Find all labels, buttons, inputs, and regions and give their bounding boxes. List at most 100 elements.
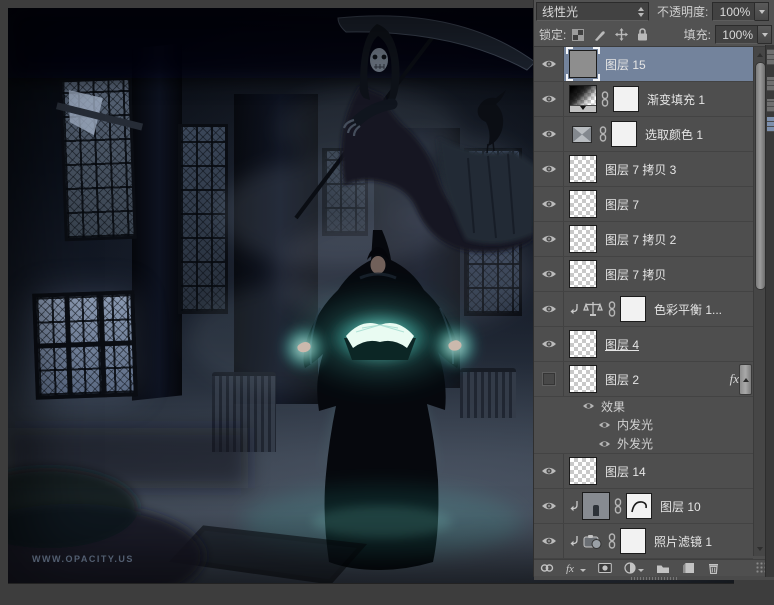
layer-row[interactable]: 图层 10 (534, 489, 753, 524)
layer-visibility-toggle[interactable] (534, 362, 564, 396)
layer-thumbnail[interactable] (569, 365, 597, 393)
layer-row[interactable]: 选取颜色 1 (534, 117, 753, 152)
lock-pixels-brush-icon[interactable] (593, 29, 606, 41)
layer-thumbnail[interactable] (569, 190, 597, 218)
color-balance-icon[interactable] (582, 296, 604, 322)
layer-name[interactable]: 图层 14 (605, 463, 646, 480)
layer-visibility-toggle[interactable] (534, 327, 564, 361)
lock-transparency-icon[interactable] (572, 29, 584, 41)
delete-layer-button[interactable] (707, 562, 720, 574)
layer-visibility-toggle[interactable] (534, 187, 564, 221)
eye-icon (541, 339, 557, 349)
eye-icon (541, 304, 557, 314)
panel-drag-handle[interactable] (534, 576, 774, 580)
layers-panel: 线性光 不透明度: 100% 锁定: 填充: (533, 0, 774, 577)
layer-visibility-toggle[interactable] (534, 222, 564, 256)
layer-name[interactable]: 选取颜色 1 (645, 126, 703, 143)
new-layer-button[interactable] (682, 562, 695, 574)
scroll-up-button[interactable] (754, 49, 765, 60)
layer-name[interactable]: 图层 10 (660, 498, 701, 515)
layer-row[interactable]: 图层 4 (534, 327, 753, 362)
layer-visibility-toggle[interactable] (534, 257, 564, 291)
layer-name[interactable]: 渐变填充 1 (647, 91, 705, 108)
selective-color-icon[interactable] (569, 121, 595, 147)
layer-row[interactable]: 渐变填充 1 (534, 82, 753, 117)
fill-dropdown-button[interactable] (758, 25, 772, 44)
eye-icon (541, 269, 557, 279)
chevron-down-icon (759, 10, 765, 14)
layer-name[interactable]: 色彩平衡 1... (654, 301, 722, 318)
layer-row[interactable]: 图层 2 fx (534, 362, 753, 397)
layer-row[interactable]: 图层 7 (534, 187, 753, 222)
layer-style-button[interactable]: fx (566, 562, 586, 574)
layer-visibility-toggle[interactable] (534, 82, 564, 116)
effect-row[interactable]: 内发光 (534, 415, 753, 434)
layer-visibility-toggle[interactable] (534, 524, 564, 558)
layer-thumbnail[interactable] (569, 330, 597, 358)
photo-filter-icon[interactable] (582, 528, 604, 554)
layer-row[interactable]: 照片滤镜 1 (534, 524, 753, 559)
layer-name[interactable]: 图层 7 (605, 196, 639, 213)
layer-visibility-toggle[interactable] (534, 47, 564, 81)
new-group-button[interactable] (656, 563, 670, 574)
layer-name[interactable]: 图层 15 (605, 56, 646, 73)
effect-row[interactable]: 外发光 (534, 434, 753, 453)
eye-icon[interactable] (582, 402, 595, 410)
layer-row[interactable]: 图层 7 拷贝 (534, 257, 753, 292)
blend-mode-select[interactable]: 线性光 (536, 2, 649, 21)
layer-name[interactable]: 图层 4 (605, 336, 639, 353)
eye-icon[interactable] (598, 440, 611, 448)
layer-visibility-toggle[interactable] (534, 152, 564, 186)
layer-row[interactable]: 图层 14 (534, 454, 753, 489)
lock-all-icon[interactable] (637, 28, 648, 41)
effects-header-row[interactable]: 效果 (534, 397, 753, 415)
layer-row[interactable]: 图层 15 (534, 47, 753, 82)
eye-icon[interactable] (598, 421, 611, 429)
collapse-effects-button[interactable] (739, 364, 752, 395)
layer-thumbnail-selected[interactable] (569, 50, 597, 78)
fill-field[interactable]: 100% (715, 25, 758, 44)
layer-thumbnail[interactable] (569, 155, 597, 183)
layer-name[interactable]: 照片滤镜 1 (654, 533, 712, 550)
layer-visibility-toggle[interactable] (534, 117, 564, 151)
gradient-fill-thumbnail[interactable] (569, 85, 597, 113)
layer-name[interactable]: 图层 7 拷贝 3 (605, 161, 676, 178)
scroll-down-button[interactable] (754, 543, 765, 554)
mask-link-icon (614, 498, 622, 514)
layer-mask-thumbnail[interactable] (620, 528, 646, 554)
layers-scrollbar[interactable] (753, 47, 765, 556)
clipping-mask-icon (569, 303, 579, 315)
painted-mask-thumbnail[interactable] (626, 493, 652, 519)
layer-name[interactable]: 图层 7 拷贝 (605, 266, 666, 283)
layer-row[interactable]: 色彩平衡 1... (534, 292, 753, 327)
link-layers-button[interactable] (540, 562, 554, 574)
chevron-down-icon (638, 569, 644, 572)
layer-row[interactable]: 图层 7 拷贝 3 (534, 152, 753, 187)
opacity-field[interactable]: 100% (712, 2, 755, 21)
layer-visibility-toggle[interactable] (534, 292, 564, 326)
eye-icon (541, 129, 557, 139)
layer-thumbnail[interactable] (569, 225, 597, 253)
layer-mask-thumbnail[interactable] (620, 296, 646, 322)
opacity-dropdown-button[interactable] (755, 2, 769, 21)
layer-name[interactable]: 图层 2 (605, 371, 639, 388)
layer-mask-thumbnail[interactable] (613, 86, 639, 112)
blend-mode-value: 线性光 (542, 3, 578, 20)
add-layer-mask-button[interactable] (598, 562, 612, 574)
lock-position-icon[interactable] (615, 28, 628, 41)
layer-thumbnail[interactable] (569, 457, 597, 485)
chevron-up-icon (743, 378, 749, 382)
layer-mask-thumbnail[interactable] (611, 121, 637, 147)
link-icon (540, 562, 554, 574)
layer-row[interactable]: 图层 7 拷贝 2 (534, 222, 753, 257)
opacity-label: 不透明度: (657, 3, 708, 20)
layer-name[interactable]: 图层 7 拷贝 2 (605, 231, 676, 248)
new-adjustment-layer-button[interactable] (624, 562, 644, 574)
eye-icon (541, 466, 557, 476)
triangle-down-icon (757, 547, 763, 551)
layer-visibility-toggle[interactable] (534, 454, 564, 488)
layer-thumbnail[interactable] (582, 492, 610, 520)
eye-icon (541, 59, 557, 69)
layer-visibility-toggle[interactable] (534, 489, 564, 523)
layer-thumbnail[interactable] (569, 260, 597, 288)
